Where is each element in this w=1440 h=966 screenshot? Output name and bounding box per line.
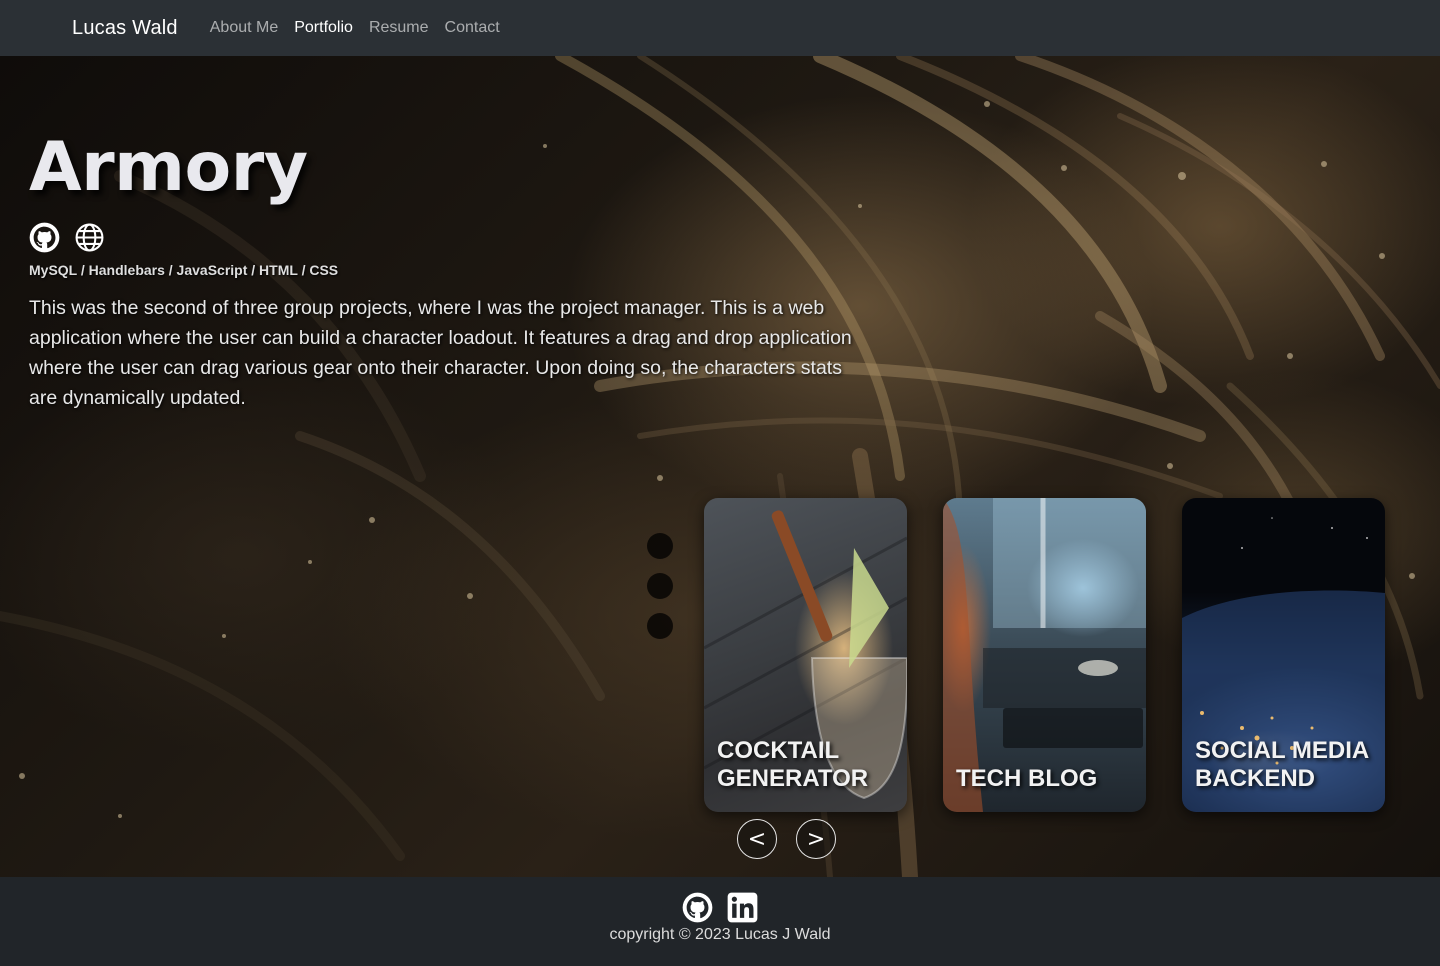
nav-link-resume[interactable]: Resume bbox=[361, 19, 437, 37]
carousel-next-button[interactable]: > bbox=[796, 819, 836, 859]
project-links bbox=[29, 222, 105, 253]
card-title: Social Media Backend bbox=[1195, 737, 1369, 792]
project-card-cocktail-generator[interactable]: Cocktail Generator bbox=[704, 498, 907, 812]
card-title: Tech Blog bbox=[956, 765, 1098, 792]
project-card-social-media-backend[interactable]: Social Media Backend bbox=[1182, 498, 1385, 812]
project-title: Armory bbox=[29, 128, 308, 207]
tech-stack: MySQL / Handlebars / JavaScript / HTML /… bbox=[29, 262, 339, 278]
linkedin-icon[interactable] bbox=[727, 892, 758, 923]
card-title: Cocktail Generator bbox=[717, 737, 869, 792]
project-card-tech-blog[interactable]: Tech Blog bbox=[943, 498, 1146, 812]
carousel-prev-button[interactable]: < bbox=[737, 819, 777, 859]
brand-link[interactable]: Lucas Wald bbox=[72, 17, 178, 40]
github-icon[interactable] bbox=[682, 892, 713, 923]
copyright-text: copyright © 2023 Lucas J Wald bbox=[609, 926, 831, 943]
page-footer: copyright © 2023 Lucas J Wald bbox=[0, 877, 1440, 966]
github-icon[interactable] bbox=[29, 222, 60, 253]
globe-icon[interactable] bbox=[74, 222, 105, 253]
footer-social-links bbox=[0, 892, 1440, 923]
nav-link-contact[interactable]: Contact bbox=[437, 19, 508, 37]
nav-link-about-me[interactable]: About Me bbox=[202, 19, 286, 37]
nav-links: About Me Portfolio Resume Contact bbox=[202, 19, 508, 37]
top-navbar: Lucas Wald About Me Portfolio Resume Con… bbox=[0, 0, 1440, 56]
project-hero: Armory MySQL / Handlebars / JavaScript /… bbox=[0, 56, 1440, 877]
nav-link-portfolio[interactable]: Portfolio bbox=[286, 19, 361, 37]
project-description: This was the second of three group proje… bbox=[29, 297, 852, 409]
